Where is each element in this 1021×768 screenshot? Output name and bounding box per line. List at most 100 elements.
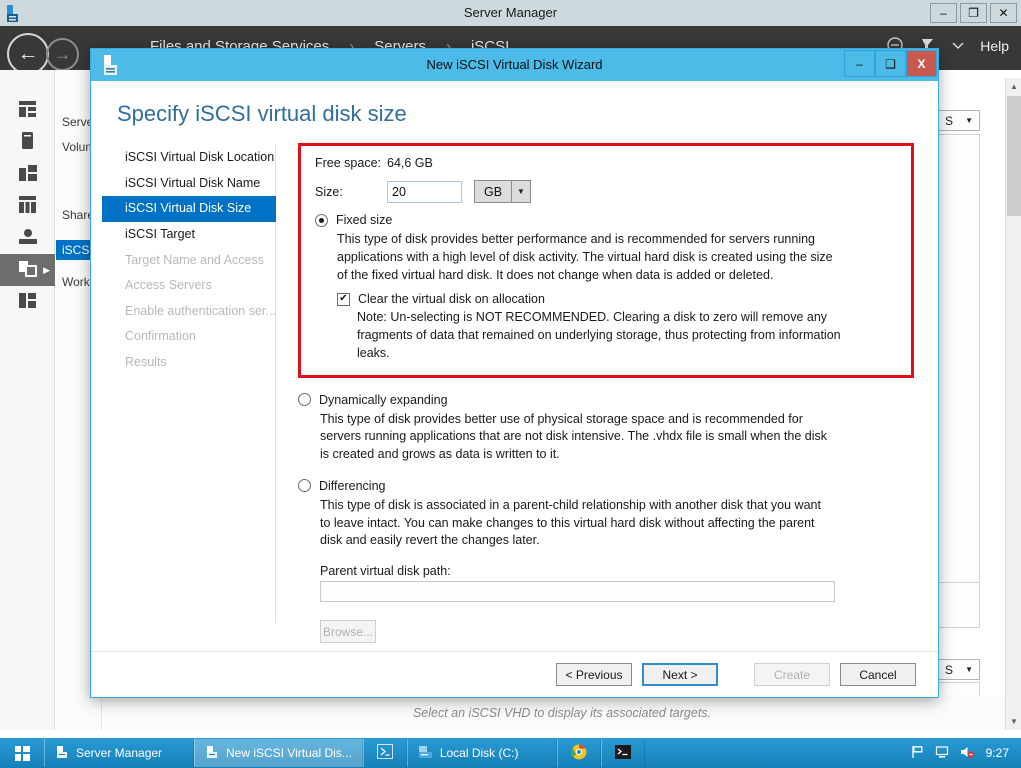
fixed-size-radio[interactable]: [315, 213, 328, 227]
size-unit-dropdown[interactable]: GB ▼: [474, 180, 531, 203]
sidebar-item-local-server[interactable]: [0, 126, 55, 158]
wizard-disk-icon: [205, 745, 219, 762]
parent-virtual-disk-path-label: Parent virtual disk path:: [320, 564, 451, 578]
taskbar-item-powershell[interactable]: [362, 739, 407, 767]
differencing-description: This type of disk is associated in a par…: [320, 497, 821, 548]
sm-restore-button[interactable]: ❐: [960, 3, 987, 23]
network-icon[interactable]: [935, 745, 949, 761]
dynamically-expanding-label: Dynamically expanding: [319, 392, 448, 407]
size-row: Size: GB ▼: [315, 180, 897, 203]
wizard-titlebar: New iSCSI Virtual Disk Wizard – ❑ X: [91, 49, 938, 81]
cancel-button[interactable]: Cancel: [840, 663, 916, 686]
browse-button[interactable]: Browse...: [320, 620, 376, 643]
clock[interactable]: 9:27: [986, 746, 1009, 760]
wizard-step-iscsi-virtual-disk-name[interactable]: iSCSI Virtual Disk Name: [113, 171, 275, 197]
wizard-step-iscsi-target[interactable]: iSCSI Target: [113, 222, 275, 248]
system-tray: 9:27: [910, 745, 1021, 761]
scroll-up-icon[interactable]: ▲: [1006, 78, 1021, 95]
shares-icon: [18, 229, 37, 247]
taskbar-item-command-prompt[interactable]: [600, 739, 645, 767]
sidebar-item-all-servers[interactable]: [0, 158, 55, 190]
view-icon[interactable]: [952, 38, 964, 54]
chevron-down-icon: ▼: [511, 181, 530, 202]
new-iscsi-virtual-disk-wizard: New iSCSI Virtual Disk Wizard – ❑ X Spec…: [90, 48, 939, 698]
page-title: Specify iSCSI virtual disk size: [117, 101, 407, 126]
back-arrow-icon[interactable]: ←: [7, 33, 49, 75]
sm-minimize-button[interactable]: –: [930, 3, 957, 23]
wizard-close-button[interactable]: X: [906, 50, 937, 77]
size-input[interactable]: [387, 180, 462, 203]
powershell-icon: [376, 744, 393, 762]
clear-disk-note: Note: Un-selecting is NOT RECOMMENDED. C…: [357, 310, 841, 360]
chrome-icon: [571, 744, 587, 763]
wizard-minimize-button[interactable]: –: [844, 50, 875, 77]
wizard-step-iscsi-virtual-disk-location[interactable]: iSCSI Virtual Disk Location: [113, 145, 275, 171]
clear-disk-label: Clear the virtual disk on allocation: [358, 292, 545, 307]
scrollbar-thumb[interactable]: [1007, 96, 1021, 216]
dashboard-icon: [19, 100, 36, 120]
taskbar-item-server-manager[interactable]: Server Manager: [44, 739, 194, 767]
local-server-icon: [22, 132, 33, 152]
forward-arrow-icon[interactable]: →: [46, 38, 79, 71]
content-scrollbar[interactable]: ▲ ▼: [1005, 78, 1021, 730]
next-button[interactable]: Next >: [642, 663, 718, 686]
wizard-body: iSCSI Virtual Disk Location iSCSI Virtua…: [91, 127, 938, 647]
sm-close-button[interactable]: ✕: [990, 3, 1017, 23]
fixed-size-label: Fixed size: [336, 213, 393, 227]
wizard-step-target-name-and-access: Target Name and Access: [125, 252, 264, 267]
start-button[interactable]: [0, 738, 44, 768]
sidebar-item-shares[interactable]: [0, 222, 55, 254]
sidebar-item-iscsi[interactable]: ▶: [0, 254, 55, 286]
differencing-radio[interactable]: [298, 479, 311, 493]
differencing-label: Differencing: [319, 478, 386, 493]
fixed-size-description: This type of disk provides better perfor…: [337, 232, 833, 282]
dynamic-radio-row[interactable]: Dynamically expanding: [298, 393, 914, 407]
previous-button[interactable]: < Previous: [556, 663, 632, 686]
taskbar-label-server-manager: Server Manager: [76, 746, 163, 760]
fixed-size-radio-row[interactable]: Fixed size: [315, 213, 897, 227]
sidebar-item-dashboard[interactable]: [0, 94, 55, 126]
wizard-title: New iSCSI Virtual Disk Wizard: [426, 57, 603, 72]
taskbar-item-chrome[interactable]: [556, 739, 601, 767]
cmd-icon: [614, 744, 631, 762]
free-space-value: 64,6 GB: [387, 156, 433, 170]
bottom-filter-combo[interactable]: S ▼: [938, 659, 980, 680]
size-label: Size:: [315, 184, 343, 199]
explorer-drive-icon: [418, 745, 433, 762]
bottom-filter-value: S: [945, 662, 954, 677]
differencing-section: Differencing This type of disk is associ…: [298, 479, 914, 643]
wizard-step-access-servers: Access Servers: [125, 278, 212, 293]
all-servers-icon: [18, 164, 37, 184]
parent-virtual-disk-path-input[interactable]: [320, 581, 835, 602]
server-manager-titlebar: Server Manager – ❐ ✕: [0, 0, 1021, 26]
taskbar-item-new-iscsi-wizard[interactable]: New iSCSI Virtual Dis...: [194, 739, 363, 767]
sidebar-item-file-storage-services[interactable]: [0, 190, 55, 222]
wizard-step-iscsi-virtual-disk-size[interactable]: iSCSI Virtual Disk Size: [102, 196, 276, 222]
help-menu[interactable]: Help: [980, 38, 1009, 54]
taskbar-item-local-disk[interactable]: Local Disk (C:): [406, 739, 557, 767]
server-manager-window-buttons: – ❐ ✕: [930, 3, 1017, 23]
wizard-step-list: iSCSI Virtual Disk Location iSCSI Virtua…: [91, 145, 276, 623]
sidebar-item-work-folders[interactable]: [0, 286, 55, 318]
size-unit-value: GB: [475, 181, 511, 202]
dynamically-expanding-radio[interactable]: [298, 393, 311, 406]
file-storage-icon: [19, 196, 36, 216]
clear-disk-checkbox[interactable]: ✔: [337, 292, 350, 306]
differencing-radio-row[interactable]: Differencing: [298, 479, 914, 493]
clear-disk-checkbox-row[interactable]: ✔ Clear the virtual disk on allocation: [337, 292, 897, 306]
lower-detail-box: [938, 582, 980, 628]
volume-muted-icon[interactable]: [960, 745, 975, 761]
fixed-size-highlight-panel: Free space: 64,6 GB Size: GB ▼ Fixed siz…: [298, 143, 914, 378]
create-button: Create: [754, 663, 830, 686]
free-space-row: Free space: 64,6 GB: [315, 156, 897, 170]
top-filter-combo[interactable]: S ▼: [938, 110, 980, 131]
flag-icon[interactable]: [910, 745, 924, 761]
server-manager-title: Server Manager: [463, 5, 558, 20]
chevron-right-icon: ▶: [43, 264, 50, 275]
scroll-down-icon[interactable]: ▼: [1006, 713, 1021, 730]
taskbar: Server Manager New iSCSI Virtual Dis... …: [0, 738, 1021, 768]
server-manager-icon: [55, 745, 69, 762]
wizard-main-pane: Free space: 64,6 GB Size: GB ▼ Fixed siz…: [276, 143, 938, 647]
wizard-maximize-button[interactable]: ❑: [875, 50, 906, 77]
taskbar-label-local-disk: Local Disk (C:): [439, 746, 519, 760]
